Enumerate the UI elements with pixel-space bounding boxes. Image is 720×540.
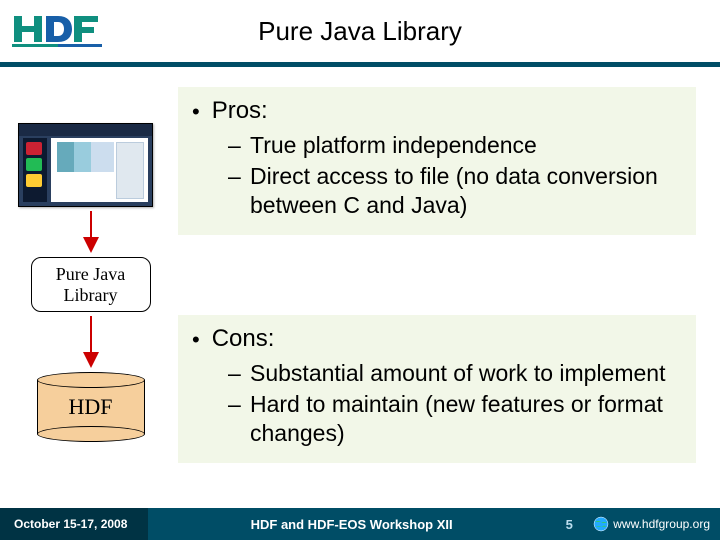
- pros-item: Direct access to file (no data conversio…: [250, 162, 682, 220]
- slide-header: Pure Java Library: [0, 0, 720, 62]
- footer-page-number: 5: [555, 517, 583, 532]
- bullet-dot-icon: •: [192, 325, 200, 355]
- hdf-logo: [12, 8, 102, 48]
- slide-title: Pure Java Library: [0, 0, 720, 47]
- slide-content: Pure Java Library HDF • Pros: – True pla…: [0, 67, 720, 507]
- arrow-down-icon: [77, 211, 105, 253]
- pros-heading: Pros:: [212, 97, 268, 125]
- pjl-label-line1: Pure Java: [36, 264, 146, 285]
- pros-block: • Pros: – True platform independence – D…: [178, 87, 696, 235]
- dash-icon: –: [228, 359, 240, 388]
- diagram-column: Pure Java Library HDF: [18, 123, 163, 442]
- footer-date: October 15-17, 2008: [0, 508, 148, 540]
- app-screenshot-thumb: [18, 123, 153, 207]
- bullet-dot-icon: •: [192, 97, 200, 127]
- cons-heading: Cons:: [212, 325, 275, 353]
- hdf-label: HDF: [37, 394, 145, 420]
- hdf-cylinder: HDF: [37, 372, 145, 442]
- globe-icon: [593, 516, 609, 532]
- pure-java-library-box: Pure Java Library: [31, 257, 151, 312]
- footer-url-block: www.hdfgroup.org: [583, 516, 720, 532]
- cons-block: • Cons: – Substantial amount of work to …: [178, 315, 696, 463]
- footer-workshop: HDF and HDF-EOS Workshop XII: [148, 517, 555, 532]
- cons-item: Hard to maintain (new features or format…: [250, 390, 682, 448]
- slide-footer: October 15-17, 2008 HDF and HDF-EOS Work…: [0, 508, 720, 540]
- arrow-down-icon: [77, 316, 105, 368]
- footer-url: www.hdfgroup.org: [613, 517, 710, 531]
- pjl-label-line2: Library: [36, 285, 146, 306]
- dash-icon: –: [228, 131, 240, 160]
- cons-item: Substantial amount of work to implement: [250, 359, 665, 388]
- dash-icon: –: [228, 162, 240, 191]
- dash-icon: –: [228, 390, 240, 419]
- pros-item: True platform independence: [250, 131, 537, 160]
